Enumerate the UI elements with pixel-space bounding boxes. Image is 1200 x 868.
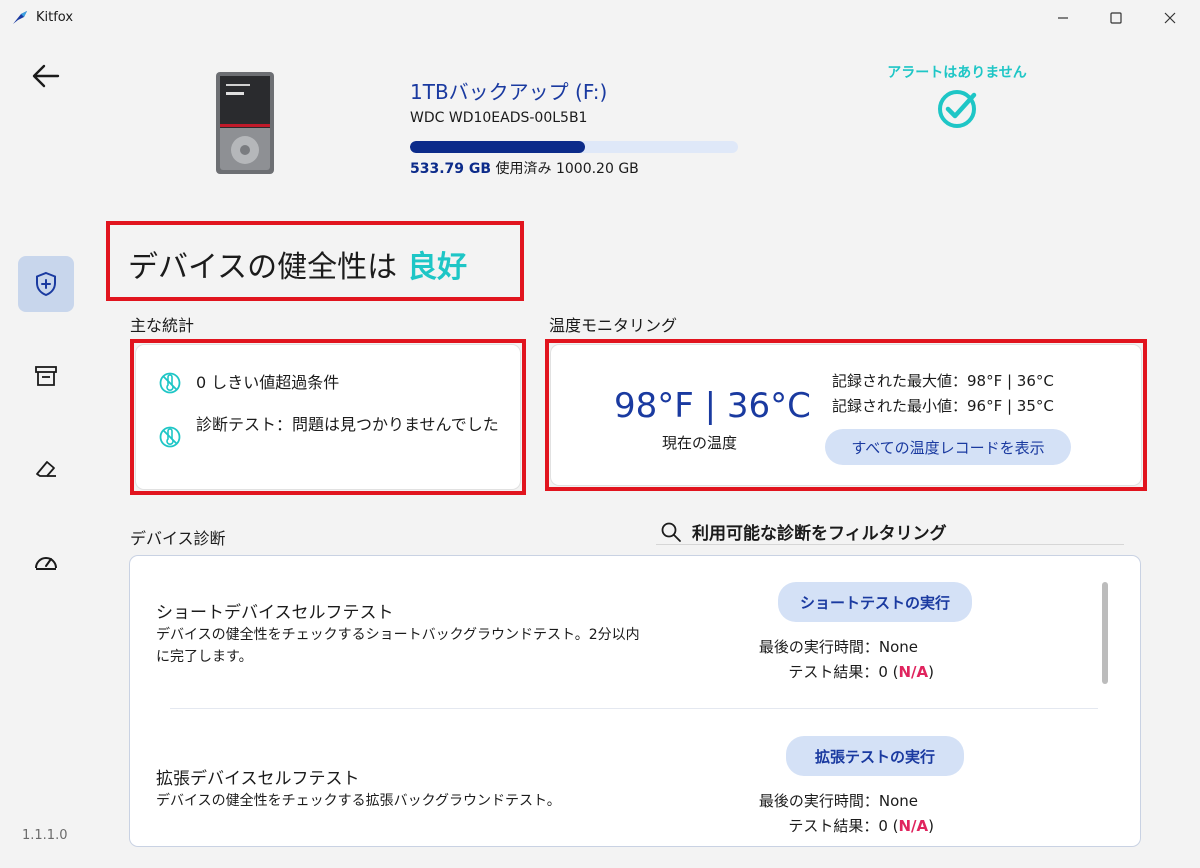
current-temperature-label: 現在の温度 bbox=[662, 434, 738, 452]
test-divider bbox=[170, 708, 1098, 709]
diagnostics-label: デバイス診断 bbox=[130, 529, 226, 548]
window-title: Kitfox bbox=[36, 10, 74, 25]
shield-plus-icon bbox=[36, 271, 56, 297]
test-result-status: N/A bbox=[898, 817, 929, 835]
title-bar: Kitfox bbox=[0, 0, 1200, 36]
usage-bar bbox=[410, 141, 738, 153]
current-temperature: 98°F | 36°C bbox=[614, 386, 811, 426]
stat-item: 0 しきい値超過条件 bbox=[158, 369, 498, 397]
test-result-prefix: テスト結果：0 ( bbox=[788, 817, 899, 835]
run-short-test-button[interactable]: ショートテストの実行 bbox=[778, 582, 972, 622]
check-circle-icon bbox=[938, 90, 977, 128]
test-result-suffix: ) bbox=[928, 817, 934, 835]
test-result-prefix: テスト結果：0 ( bbox=[788, 663, 899, 681]
no-thermometer-icon bbox=[159, 426, 181, 448]
maximize-icon bbox=[1110, 12, 1122, 24]
nav-performance-button[interactable] bbox=[18, 534, 74, 590]
test-description: デバイスの健全性をチェックする拡張バックグラウンドテスト。 bbox=[156, 793, 561, 809]
stat-item: 診断テスト：問題は見つかりませんでした bbox=[158, 411, 504, 449]
eraser-icon bbox=[36, 461, 56, 477]
alert-status-text: アラートはありません bbox=[887, 65, 1027, 81]
no-thermometer-icon bbox=[159, 372, 181, 394]
hard-drive-image bbox=[216, 72, 274, 174]
filter-label: 利用可能な診断をフィルタリング bbox=[692, 524, 947, 544]
health-status: 良好 bbox=[407, 250, 468, 285]
stats-label: 主な統計 bbox=[130, 316, 195, 335]
archive-icon bbox=[35, 366, 57, 386]
app-version: 1.1.1.0 bbox=[22, 828, 68, 843]
test-result: テスト結果：0 (N/A) bbox=[730, 815, 934, 836]
health-heading: デバイスの健全性は 良好 bbox=[128, 242, 467, 286]
test-title: 拡張デバイスセルフテスト bbox=[156, 769, 360, 789]
used-label: 使用済み bbox=[495, 161, 552, 177]
last-run-time: 最後の実行時間：None bbox=[758, 792, 918, 810]
nav-erase-button[interactable] bbox=[18, 440, 74, 496]
view-temperature-records-button[interactable]: すべての温度レコードを表示 bbox=[825, 429, 1071, 465]
usage-bar-fill bbox=[410, 141, 586, 153]
last-run-time: 最後の実行時間：None bbox=[758, 638, 918, 656]
back-arrow-icon[interactable] bbox=[30, 60, 62, 92]
test-result-status: N/A bbox=[898, 663, 929, 681]
speedometer-icon bbox=[35, 557, 57, 570]
temperature-label: 温度モニタリング bbox=[549, 316, 678, 335]
test-title: ショートデバイスセルフテスト bbox=[156, 603, 394, 623]
run-extended-test-button[interactable]: 拡張テストの実行 bbox=[786, 736, 964, 776]
health-prefix: デバイスの健全性は bbox=[128, 250, 398, 285]
diagnostics-filter[interactable]: 利用可能な診断をフィルタリング bbox=[660, 519, 947, 544]
min-temperature: 記録された最小値：96°F | 35°C bbox=[832, 397, 1054, 415]
test-description: デバイスの健全性をチェックするショートバックグラウンドテスト。2分以内に完了しま… bbox=[156, 627, 640, 665]
stat-text: 0 しきい値超過条件 bbox=[196, 373, 340, 392]
search-icon bbox=[661, 522, 681, 542]
drive-name: 1TBバックアップ (F:) bbox=[410, 80, 608, 104]
maximize-button[interactable] bbox=[1093, 0, 1139, 36]
scrollbar-thumb[interactable] bbox=[1102, 582, 1108, 684]
nav-health-button[interactable] bbox=[18, 256, 74, 312]
nav-archive-button[interactable] bbox=[18, 348, 74, 404]
max-temperature: 記録された最大値：98°F | 36°C bbox=[832, 372, 1054, 390]
test-result-suffix: ) bbox=[928, 663, 934, 681]
diagnostics-card: ショートデバイスセルフテスト デバイスの健全性をチェックするショートバックグラウ… bbox=[130, 556, 1140, 846]
close-icon bbox=[1164, 12, 1176, 24]
minimize-button[interactable] bbox=[1040, 0, 1086, 36]
test-result: テスト結果：0 (N/A) bbox=[730, 661, 934, 682]
drive-model: WDC WD10EADS-00L5B1 bbox=[410, 110, 588, 126]
used-space: 533.79 GB bbox=[410, 161, 492, 177]
stat-text: 診断テスト：問題は見つかりませんでした bbox=[196, 415, 499, 434]
usage-text: 533.79 GB 使用済み 1000.20 GB bbox=[410, 158, 639, 178]
total-space: 1000.20 GB bbox=[555, 161, 639, 177]
close-button[interactable] bbox=[1147, 0, 1193, 36]
kitfox-logo-icon bbox=[13, 11, 27, 24]
minimize-icon bbox=[1058, 17, 1068, 19]
filter-underline bbox=[656, 544, 1124, 545]
